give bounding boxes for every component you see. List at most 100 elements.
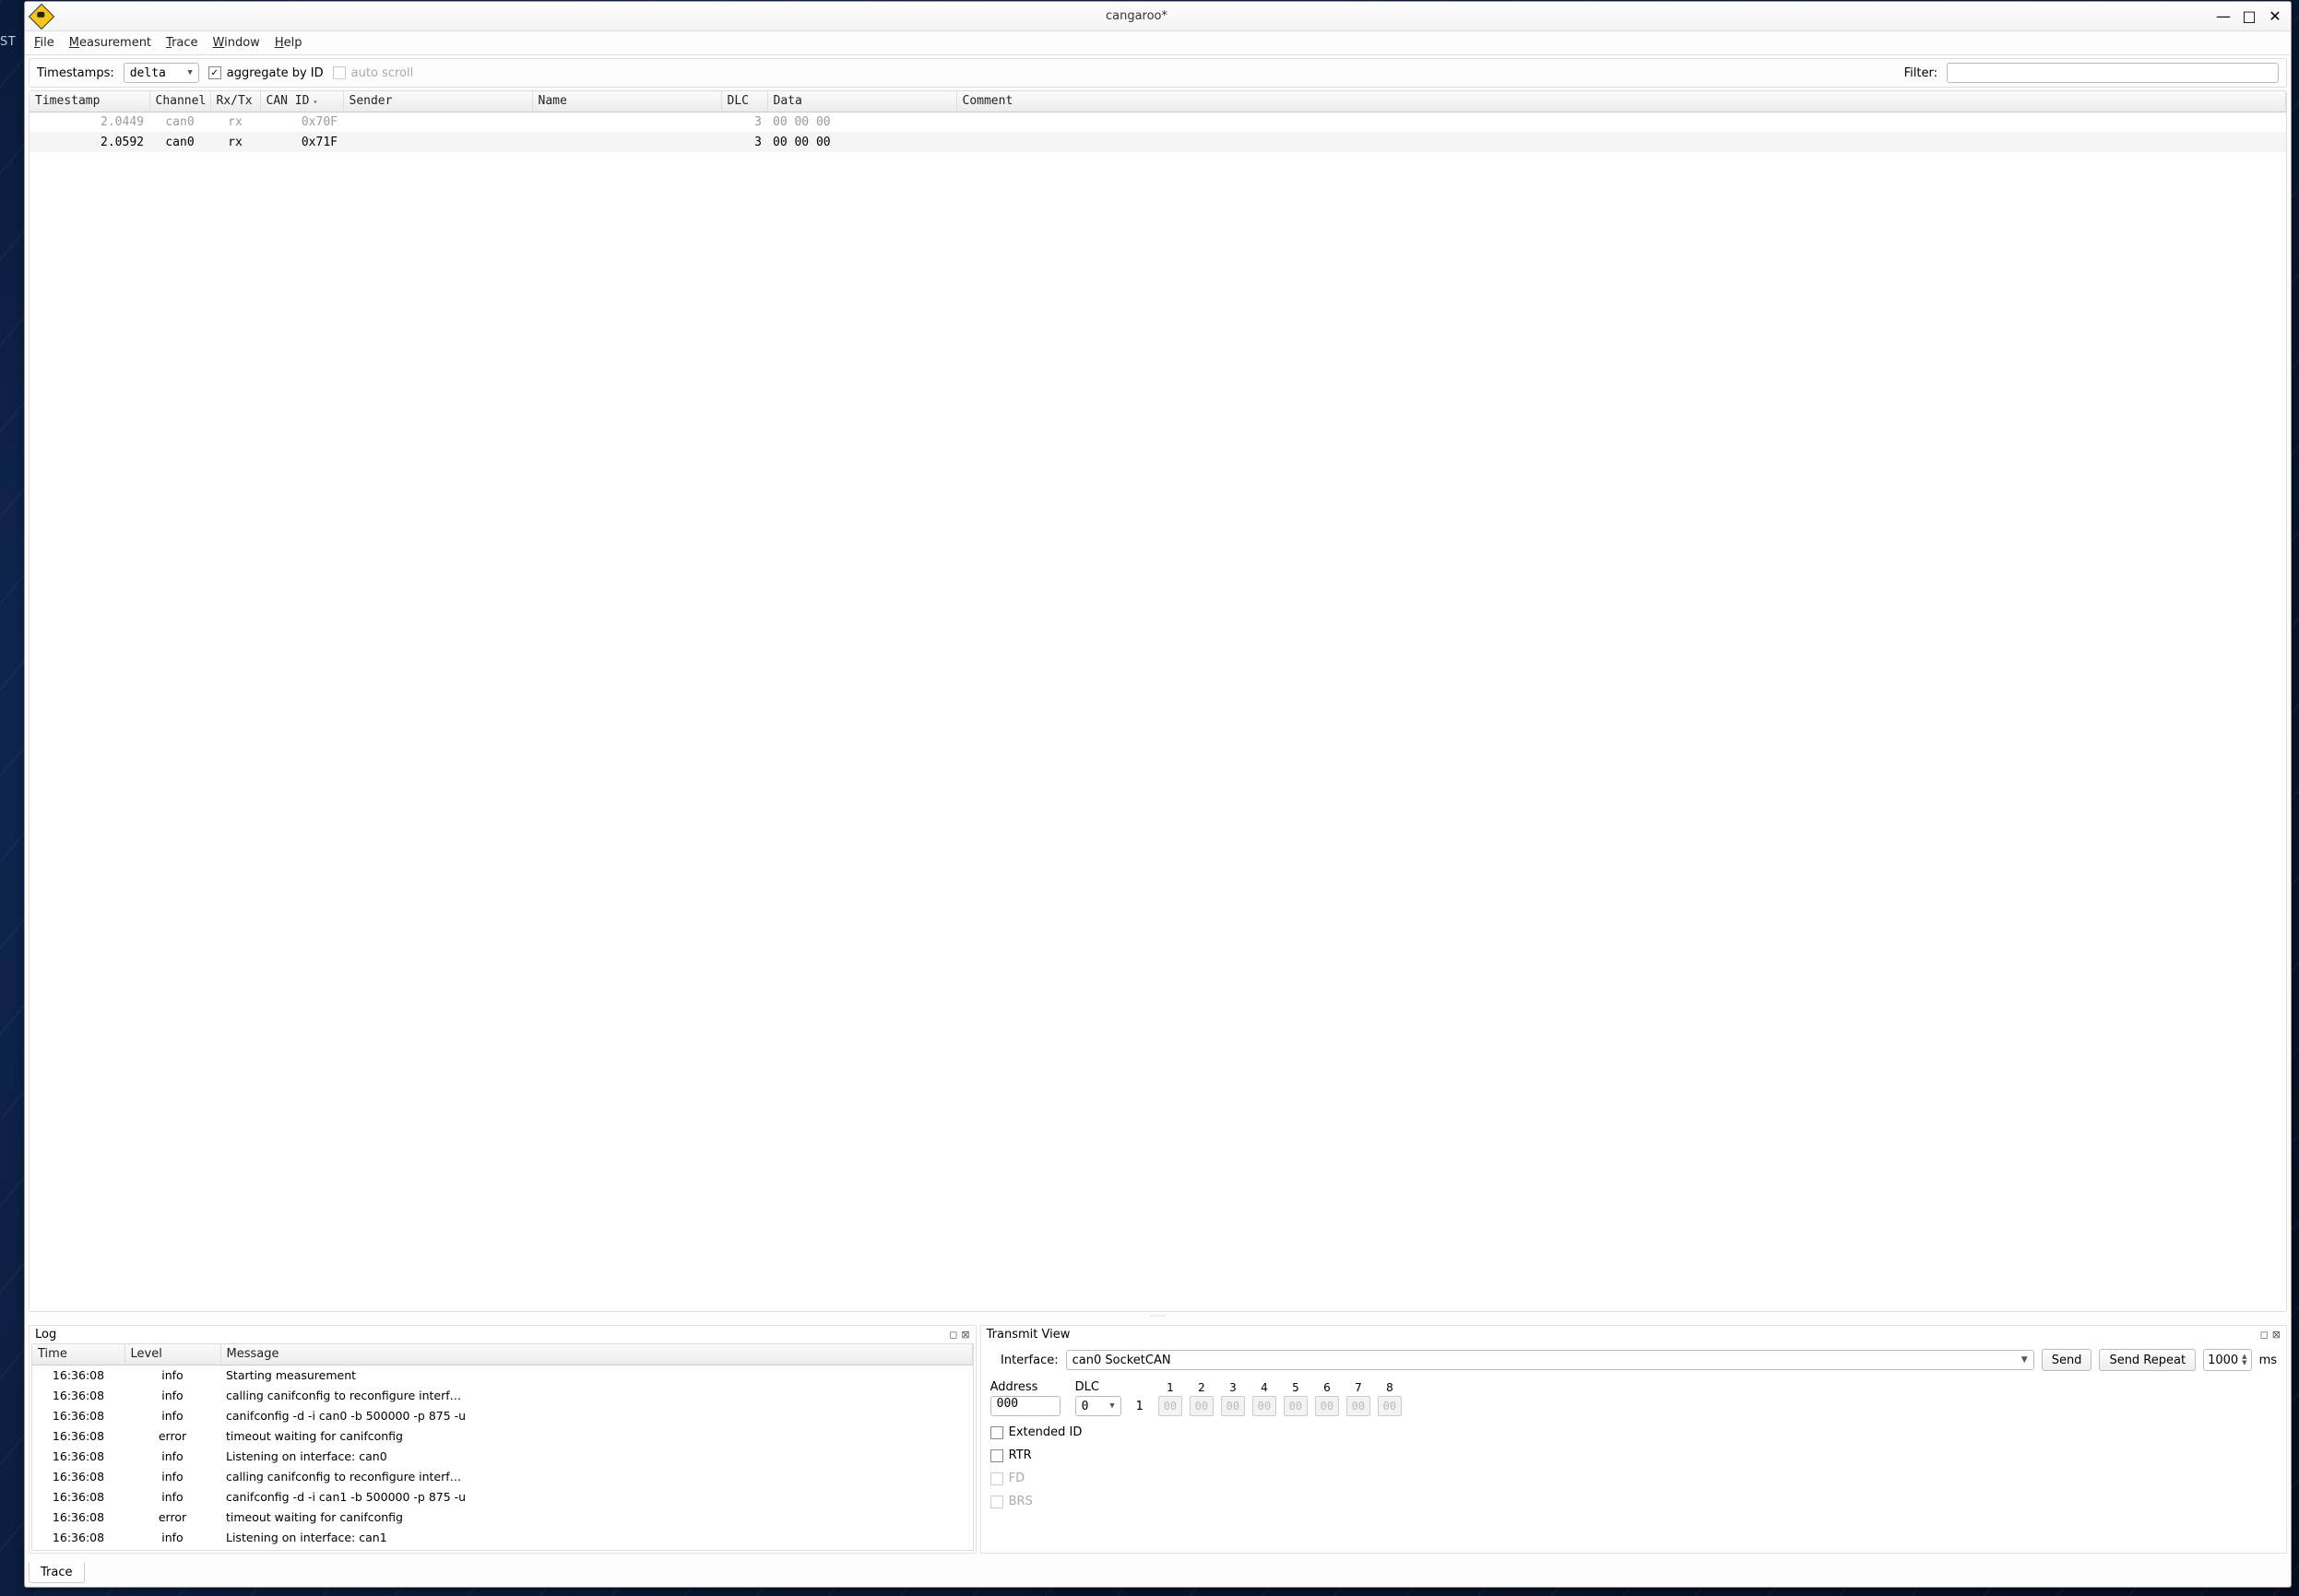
ms-label: ms xyxy=(2259,1354,2277,1367)
log-row[interactable]: 16:36:08errortimeout waiting for canifco… xyxy=(32,1507,972,1527)
menu-trace[interactable]: Trace xyxy=(166,36,198,50)
extended-id-checkbox[interactable]: Extended ID xyxy=(990,1425,2277,1439)
repeat-ms-spin[interactable]: 1000 ▲▼ xyxy=(2203,1349,2251,1371)
transmit-panel: Transmit View ◻ ⊠ Interface: can0 Socket… xyxy=(980,1325,2287,1554)
dlc-select[interactable]: 0▼ xyxy=(1075,1396,1121,1416)
log-col-message[interactable]: Message xyxy=(220,1344,972,1365)
minimize-button[interactable]: — xyxy=(2215,8,2232,25)
log-col-level[interactable]: Level xyxy=(124,1344,220,1365)
col-comment[interactable]: Comment xyxy=(956,91,2286,112)
table-row[interactable]: 2.0449can0rx0x70F300 00 00 xyxy=(30,112,2286,132)
tx-close-icon[interactable]: ⊠ xyxy=(2272,1329,2281,1341)
filter-input[interactable] xyxy=(1947,63,2279,83)
sort-indicator-icon: ▾ xyxy=(313,98,317,106)
address-input[interactable]: 000 xyxy=(990,1396,1061,1416)
byte-col: 800 xyxy=(1378,1381,1402,1416)
autoscroll-checkbox[interactable]: auto scroll xyxy=(333,66,414,80)
col-canid[interactable]: CAN ID▾ xyxy=(260,91,343,112)
log-row[interactable]: 16:36:08infoListening on interface: can1 xyxy=(32,1527,972,1547)
trace-toolbar: Timestamps: delta▼ ✓ aggregate by ID aut… xyxy=(29,58,2287,88)
menubar: File Measurement Trace Window Help xyxy=(25,31,2291,55)
fd-checkbox: FD xyxy=(990,1472,2277,1485)
tab-trace[interactable]: Trace xyxy=(29,1562,85,1583)
byte-col: 700 xyxy=(1346,1381,1370,1416)
table-row[interactable]: 2.0592can0rx0x71F300 00 00 xyxy=(30,132,2286,152)
log-undock-icon[interactable]: ◻ xyxy=(949,1329,957,1341)
log-row[interactable]: 16:36:08infoListening on interface: can0 xyxy=(32,1446,972,1466)
tx-undock-icon[interactable]: ◻ xyxy=(2260,1329,2269,1341)
byte-input[interactable]: 00 xyxy=(1315,1396,1339,1416)
col-timestamp[interactable]: Timestamp xyxy=(30,91,149,112)
col-dlc[interactable]: DLC xyxy=(721,91,767,112)
byte-col: 600 xyxy=(1315,1381,1339,1416)
send-repeat-button[interactable]: Send Repeat xyxy=(2099,1349,2196,1371)
byte-col: 200 xyxy=(1190,1381,1214,1416)
log-title: Log xyxy=(35,1328,56,1342)
app-icon xyxy=(29,3,54,29)
byte-row-number: 1 xyxy=(1136,1400,1144,1413)
trace-table: Timestamp Channel Rx/Tx CAN ID▾ Sender N… xyxy=(30,91,2286,152)
log-col-time[interactable]: Time xyxy=(32,1344,124,1365)
splitter-handle[interactable]: ⋯⋯ xyxy=(25,1314,2291,1319)
close-button[interactable]: ✕ xyxy=(2267,8,2283,25)
col-sender[interactable]: Sender xyxy=(343,91,532,112)
log-row[interactable]: 16:36:08infoStarting measurement xyxy=(32,1365,972,1385)
col-rxtx[interactable]: Rx/Tx xyxy=(210,91,260,112)
byte-col: 500 xyxy=(1284,1381,1308,1416)
log-row[interactable]: 16:36:08infocalling canifconfig to recon… xyxy=(32,1385,972,1405)
app-window: cangaroo* — □ ✕ File Measurement Trace W… xyxy=(24,1,2292,1588)
dlc-label: DLC xyxy=(1075,1380,1121,1394)
byte-input[interactable]: 00 xyxy=(1252,1396,1276,1416)
aggregate-checkbox[interactable]: ✓ aggregate by ID xyxy=(208,66,324,80)
log-close-icon[interactable]: ⊠ xyxy=(961,1329,969,1341)
bottom-tabs: Trace xyxy=(29,1557,2287,1583)
brs-checkbox: BRS xyxy=(990,1495,2277,1508)
desktop-edge-text: ST xyxy=(0,35,16,49)
byte-input[interactable]: 00 xyxy=(1378,1396,1402,1416)
byte-header: 6 xyxy=(1323,1381,1331,1394)
log-row[interactable]: 16:36:08infocanifconfig -d -i can0 -b 50… xyxy=(32,1405,972,1425)
byte-input[interactable]: 00 xyxy=(1190,1396,1214,1416)
rtr-checkbox[interactable]: RTR xyxy=(990,1448,2277,1462)
byte-header: 5 xyxy=(1292,1381,1299,1394)
byte-col: 400 xyxy=(1252,1381,1276,1416)
byte-input[interactable]: 00 xyxy=(1158,1396,1182,1416)
byte-input[interactable]: 00 xyxy=(1221,1396,1245,1416)
log-row[interactable]: 16:36:08infocalling canifconfig to recon… xyxy=(32,1466,972,1486)
titlebar: cangaroo* — □ ✕ xyxy=(25,2,2291,31)
interface-label: Interface: xyxy=(990,1354,1059,1367)
byte-header: 2 xyxy=(1198,1381,1205,1394)
window-title: cangaroo* xyxy=(58,9,2215,23)
menu-measurement[interactable]: Measurement xyxy=(69,36,151,50)
menu-window[interactable]: Window xyxy=(213,36,260,50)
interface-select[interactable]: can0 SocketCAN▼ xyxy=(1066,1350,2034,1370)
trace-table-area: Timestamp Channel Rx/Tx CAN ID▾ Sender N… xyxy=(29,90,2287,1312)
menu-file[interactable]: File xyxy=(34,36,54,50)
col-data[interactable]: Data xyxy=(767,91,956,112)
col-channel[interactable]: Channel xyxy=(149,91,210,112)
address-label: Address xyxy=(990,1380,1061,1394)
byte-col: 100 xyxy=(1158,1381,1182,1416)
chevron-down-icon: ▼ xyxy=(2021,1355,2028,1365)
timestamps-select[interactable]: delta▼ xyxy=(124,63,199,83)
log-table: Time Level Message 16:36:08infoStarting … xyxy=(32,1344,973,1547)
log-row[interactable]: 16:36:08infocanifconfig -d -i can1 -b 50… xyxy=(32,1486,972,1507)
log-row[interactable]: 16:36:08errortimeout waiting for canifco… xyxy=(32,1425,972,1446)
byte-input[interactable]: 00 xyxy=(1284,1396,1308,1416)
byte-input[interactable]: 00 xyxy=(1346,1396,1370,1416)
chevron-down-icon: ▼ xyxy=(1109,1401,1114,1411)
menu-help[interactable]: Help xyxy=(275,36,302,50)
byte-header: 1 xyxy=(1167,1381,1174,1394)
col-name[interactable]: Name xyxy=(532,91,721,112)
byte-header: 7 xyxy=(1355,1381,1362,1394)
chevron-down-icon: ▼ xyxy=(187,68,192,77)
byte-header: 4 xyxy=(1261,1381,1268,1394)
send-button[interactable]: Send xyxy=(2042,1349,2092,1371)
filter-label: Filter: xyxy=(1904,66,1938,80)
byte-grid: 100200300400500600700800 xyxy=(1158,1381,1402,1416)
byte-header: 3 xyxy=(1229,1381,1237,1394)
maximize-button[interactable]: □ xyxy=(2241,8,2258,25)
log-panel: Log ◻ ⊠ Time Level Message 16:36:08infoS… xyxy=(29,1325,977,1554)
byte-header: 8 xyxy=(1386,1381,1393,1394)
timestamps-label: Timestamps: xyxy=(37,66,114,80)
